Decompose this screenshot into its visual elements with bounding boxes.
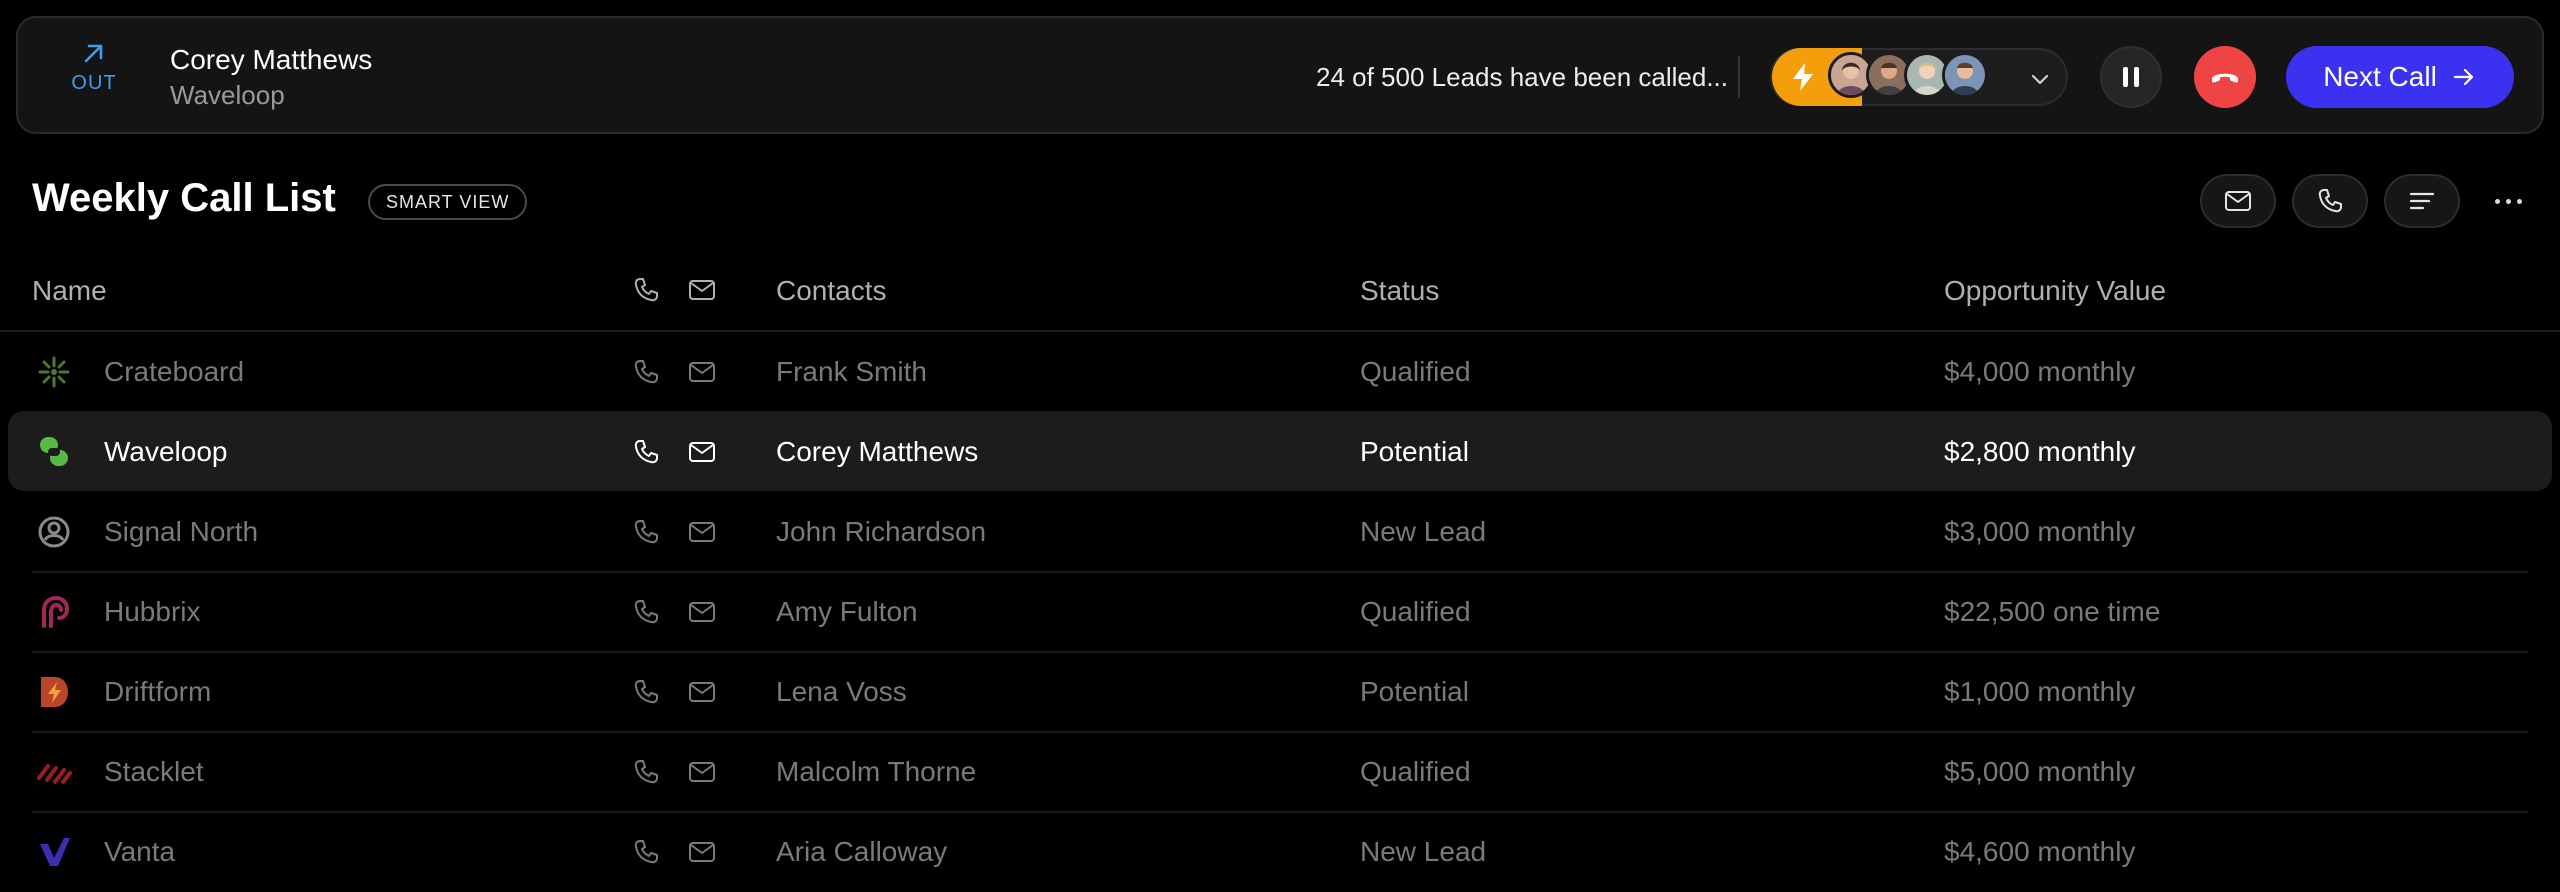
company-name[interactable]: Stacklet	[104, 756, 204, 788]
caller-company: Waveloop	[170, 80, 285, 110]
company-name[interactable]: Waveloop	[104, 436, 227, 468]
waveloop-logo	[36, 434, 72, 470]
next-call-label: Next Call	[2323, 61, 2437, 92]
more-dot	[2505, 198, 2511, 204]
status-text: New Lead	[1360, 836, 1487, 867]
contact-name[interactable]: Amy Fulton	[776, 596, 918, 628]
call-direction: OUT	[48, 40, 140, 95]
chevron-down-icon	[2031, 74, 2049, 85]
contact-name[interactable]: Aria Calloway	[776, 836, 947, 868]
phone-icon[interactable]	[632, 838, 660, 866]
lines-icon	[2409, 192, 2435, 210]
column-header-contacts[interactable]: Contacts	[776, 275, 887, 307]
company-name[interactable]: Signal North	[104, 516, 258, 548]
list-title: Weekly Call List	[32, 176, 336, 220]
status-text: Potential	[1360, 676, 1469, 707]
status-text: Qualified	[1360, 356, 1471, 387]
contact-name[interactable]: Corey Matthews	[776, 436, 978, 468]
table-row[interactable]: Driftform Lena Voss Potential $1,000 mon…	[0, 652, 2560, 733]
stacklet-logo	[36, 754, 72, 790]
table-row[interactable]: Waveloop Corey Matthews Potential $2,800…	[0, 411, 2560, 492]
phone-icon[interactable]	[632, 518, 660, 546]
phone-hangup-icon	[2212, 73, 2238, 83]
driftform-logo	[36, 674, 72, 710]
active-call-bar: OUT Corey Matthews Waveloop 24 of 500 Le…	[16, 16, 2544, 134]
mail-icon[interactable]	[688, 358, 716, 386]
avatar	[1942, 52, 1988, 98]
status-text: Qualified	[1360, 756, 1471, 787]
smart-view-badge: SMART VIEW	[368, 184, 528, 220]
mail-icon	[2225, 191, 2251, 211]
table-row[interactable]: Vanta Aria Calloway New Lead $4,600 mont…	[0, 812, 2560, 892]
direction-label: OUT	[71, 72, 117, 94]
crateboard-logo	[36, 354, 72, 390]
divider	[1738, 56, 1740, 98]
company-name[interactable]: Vanta	[104, 836, 175, 868]
signal-north-logo	[36, 514, 72, 550]
status-text: Qualified	[1360, 596, 1471, 627]
pause-call-button[interactable]	[2100, 46, 2162, 108]
more-dot	[2516, 198, 2522, 204]
table-row[interactable]: Stacklet Malcolm Thorne Qualified $5,000…	[0, 732, 2560, 813]
table-row[interactable]: Signal North John Richardson New Lead $3…	[0, 492, 2560, 573]
hang-up-button[interactable]	[2194, 46, 2256, 108]
status-text: New Lead	[1360, 516, 1487, 547]
column-header-status[interactable]: Status	[1360, 275, 1439, 307]
opportunity-value: $4,000 monthly	[1944, 356, 2136, 387]
call-progress-text: 24 of 500 Leads have been called...	[1316, 62, 1728, 92]
opportunity-value: $22,500 one time	[1944, 596, 2161, 627]
outbound-arrow-icon	[84, 44, 103, 63]
email-all-button[interactable]	[2200, 174, 2276, 228]
mail-icon[interactable]	[688, 598, 716, 626]
table-row[interactable]: Hubbrix Amy Fulton Qualified $22,500 one…	[0, 572, 2560, 653]
filter-sort-button[interactable]	[2384, 174, 2460, 228]
column-header-opportunity-value[interactable]: Opportunity Value	[1944, 275, 2166, 307]
mail-icon[interactable]	[688, 438, 716, 466]
table-row[interactable]: Crateboard Frank Smith Qualified $4,000 …	[0, 332, 2560, 412]
vanta-logo	[36, 834, 72, 870]
mail-icon	[689, 280, 715, 300]
company-name[interactable]: Crateboard	[104, 356, 244, 388]
mail-icon[interactable]	[688, 758, 716, 786]
app-root: OUT Corey Matthews Waveloop 24 of 500 Le…	[0, 0, 2560, 892]
phone-icon[interactable]	[632, 678, 660, 706]
row-highlight	[8, 411, 2552, 491]
opportunity-value: $1,000 monthly	[1944, 676, 2136, 707]
call-all-button[interactable]	[2292, 174, 2368, 228]
mail-icon[interactable]	[688, 838, 716, 866]
lightning-icon	[1793, 63, 1813, 91]
company-name[interactable]: Hubbrix	[104, 596, 200, 628]
column-header-name[interactable]: Name	[32, 275, 107, 307]
status-text: Potential	[1360, 436, 1469, 467]
contact-name[interactable]: Malcolm Thorne	[776, 756, 976, 788]
contact-name[interactable]: John Richardson	[776, 516, 986, 548]
phone-icon[interactable]	[632, 758, 660, 786]
phone-icon[interactable]	[632, 438, 660, 466]
power-dialer-agents-dropdown[interactable]	[1770, 48, 2068, 106]
phone-icon	[634, 278, 658, 302]
phone-icon	[2318, 189, 2342, 213]
opportunity-value: $2,800 monthly	[1944, 436, 2136, 467]
mail-icon[interactable]	[688, 678, 716, 706]
hubbrix-logo	[36, 594, 72, 630]
contact-name[interactable]: Lena Voss	[776, 676, 907, 708]
phone-icon[interactable]	[632, 598, 660, 626]
contact-name[interactable]: Frank Smith	[776, 356, 927, 388]
caller-name: Corey Matthews	[170, 44, 373, 75]
pause-icon	[2123, 67, 2139, 87]
phone-icon[interactable]	[632, 358, 660, 386]
next-call-button[interactable]: Next Call	[2286, 46, 2514, 108]
company-name[interactable]: Driftform	[104, 676, 211, 708]
opportunity-value: $4,600 monthly	[1944, 836, 2136, 867]
more-options-button[interactable]	[2476, 180, 2540, 222]
arrow-right-icon	[2453, 68, 2473, 86]
mail-icon[interactable]	[688, 518, 716, 546]
opportunity-value: $5,000 monthly	[1944, 756, 2136, 787]
more-dot	[2494, 198, 2500, 204]
opportunity-value: $3,000 monthly	[1944, 516, 2136, 547]
